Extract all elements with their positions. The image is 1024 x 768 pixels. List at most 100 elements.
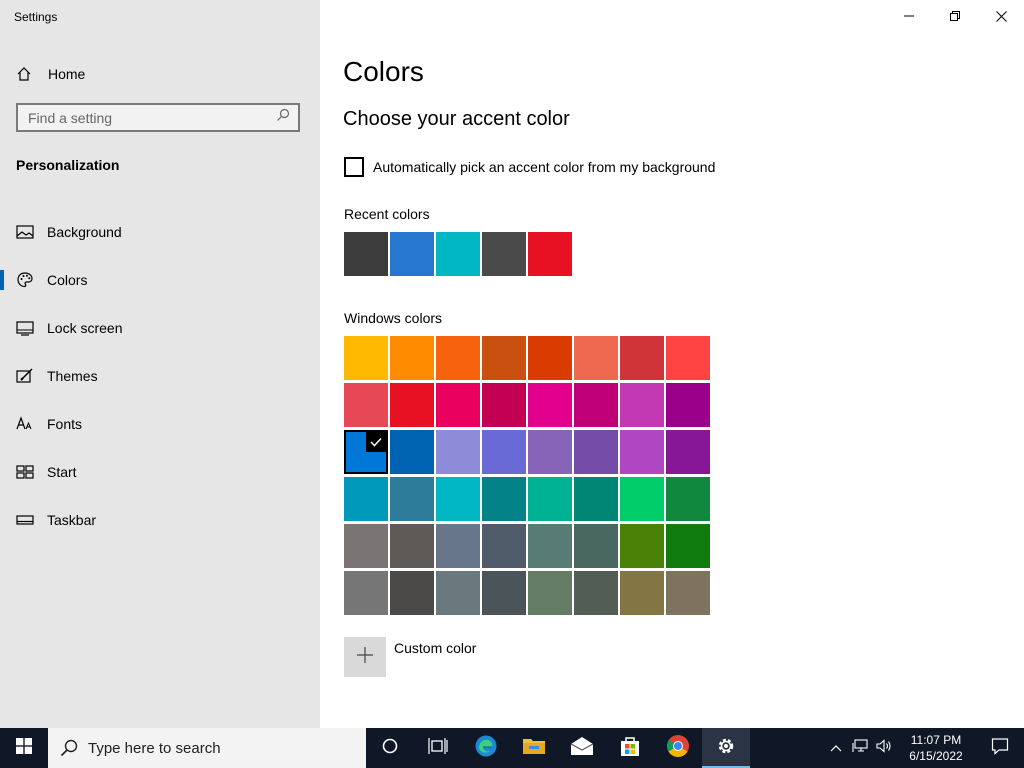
windows-color-swatch[interactable] [390,383,434,427]
close-button[interactable] [978,0,1024,32]
settings-taskbar-button[interactable] [702,728,750,768]
windows-color-swatch[interactable] [436,571,480,615]
windows-color-swatch[interactable] [528,336,572,380]
windows-color-swatch[interactable] [574,477,618,521]
windows-color-swatch[interactable] [436,477,480,521]
windows-color-swatch[interactable] [666,383,710,427]
edge-icon [474,734,498,763]
windows-color-swatch[interactable] [528,524,572,568]
windows-color-swatch-selected[interactable] [344,430,388,474]
app-title: Settings [14,10,58,24]
recent-color-swatch[interactable] [436,232,480,276]
settings-search-input[interactable] [28,109,258,126]
windows-color-swatch[interactable] [620,477,664,521]
windows-color-swatch[interactable] [482,336,526,380]
windows-color-swatch[interactable] [436,430,480,474]
windows-color-swatch[interactable] [574,383,618,427]
windows-color-swatch[interactable] [344,477,388,521]
windows-color-swatch[interactable] [436,336,480,380]
windows-color-swatch[interactable] [390,336,434,380]
sidebar-item-fonts[interactable]: Fonts [0,400,320,448]
windows-color-swatch[interactable] [574,524,618,568]
search-icon[interactable] [276,108,290,127]
edge-browser-button[interactable] [462,728,510,768]
clock[interactable]: 11:07 PM 6/15/2022 [902,732,970,764]
minimize-button[interactable] [886,0,932,32]
windows-color-swatch[interactable] [528,383,572,427]
windows-color-swatch[interactable] [482,477,526,521]
windows-color-swatch[interactable] [620,383,664,427]
windows-color-swatch[interactable] [666,477,710,521]
windows-color-swatch[interactable] [482,571,526,615]
windows-color-swatch[interactable] [436,383,480,427]
restore-button[interactable] [932,0,978,32]
image-icon [16,223,34,241]
sidebar-item-background[interactable]: Background [0,208,320,256]
chrome-button[interactable] [654,728,702,768]
windows-color-swatch[interactable] [620,430,664,474]
sidebar-item-label: Background [47,224,122,240]
windows-color-swatch[interactable] [390,571,434,615]
home-nav-item[interactable]: Home [16,62,85,86]
windows-color-swatch[interactable] [482,524,526,568]
auto-accent-option[interactable]: Automatically pick an accent color from … [344,157,715,177]
windows-color-swatch[interactable] [574,336,618,380]
recent-color-swatch[interactable] [482,232,526,276]
windows-color-swatch[interactable] [344,524,388,568]
windows-color-swatch[interactable] [666,571,710,615]
windows-color-swatch[interactable] [574,430,618,474]
windows-color-swatch[interactable] [528,571,572,615]
taskbar-search-box[interactable]: Type here to search [48,728,366,768]
windows-color-swatch[interactable] [390,477,434,521]
recent-color-swatch[interactable] [390,232,434,276]
windows-color-swatch[interactable] [620,524,664,568]
folder-icon [522,736,546,761]
start-button[interactable] [0,728,48,768]
custom-color-option[interactable]: Custom color [344,637,476,677]
volume-button[interactable] [872,728,896,768]
auto-accent-checkbox[interactable] [344,157,364,177]
windows-color-swatch[interactable] [344,383,388,427]
plus-icon [357,646,373,668]
sidebar-item-taskbar[interactable]: Taskbar [0,496,320,544]
windows-color-swatch[interactable] [482,383,526,427]
store-button[interactable] [606,728,654,768]
cortana-icon [381,737,399,760]
sidebar-item-colors[interactable]: Colors [0,256,320,304]
settings-search-box[interactable] [16,103,300,132]
show-hidden-icons-button[interactable] [824,728,848,768]
windows-color-swatch[interactable] [620,571,664,615]
windows-color-swatch[interactable] [574,571,618,615]
windows-color-swatch[interactable] [390,430,434,474]
windows-color-swatch[interactable] [666,524,710,568]
sidebar-item-start[interactable]: Start [0,448,320,496]
custom-color-button[interactable] [344,637,386,677]
task-view-button[interactable] [414,728,462,768]
sidebar-item-label: Lock screen [47,320,123,336]
recent-color-swatch[interactable] [528,232,572,276]
cortana-button[interactable] [366,728,414,768]
windows-color-swatch[interactable] [528,430,572,474]
windows-color-swatch[interactable] [528,477,572,521]
recent-color-swatch[interactable] [344,232,388,276]
file-explorer-button[interactable] [510,728,558,768]
windows-color-swatch[interactable] [344,571,388,615]
windows-color-swatch[interactable] [620,336,664,380]
store-icon [619,735,641,762]
sidebar-item-lock-screen[interactable]: Lock screen [0,304,320,352]
chevron-up-icon [830,739,842,757]
home-label: Home [48,66,86,82]
recent-colors-row [344,232,574,279]
action-center-button[interactable] [976,728,1024,768]
network-button[interactable] [848,728,872,768]
windows-color-swatch[interactable] [344,336,388,380]
windows-color-swatch[interactable] [482,430,526,474]
taskbar-icon [16,511,34,529]
windows-color-swatch[interactable] [666,430,710,474]
windows-color-swatch[interactable] [390,524,434,568]
sidebar-item-themes[interactable]: Themes [0,352,320,400]
windows-color-swatch[interactable] [436,524,480,568]
home-icon [16,66,32,82]
mail-button[interactable] [558,728,606,768]
windows-color-swatch[interactable] [666,336,710,380]
